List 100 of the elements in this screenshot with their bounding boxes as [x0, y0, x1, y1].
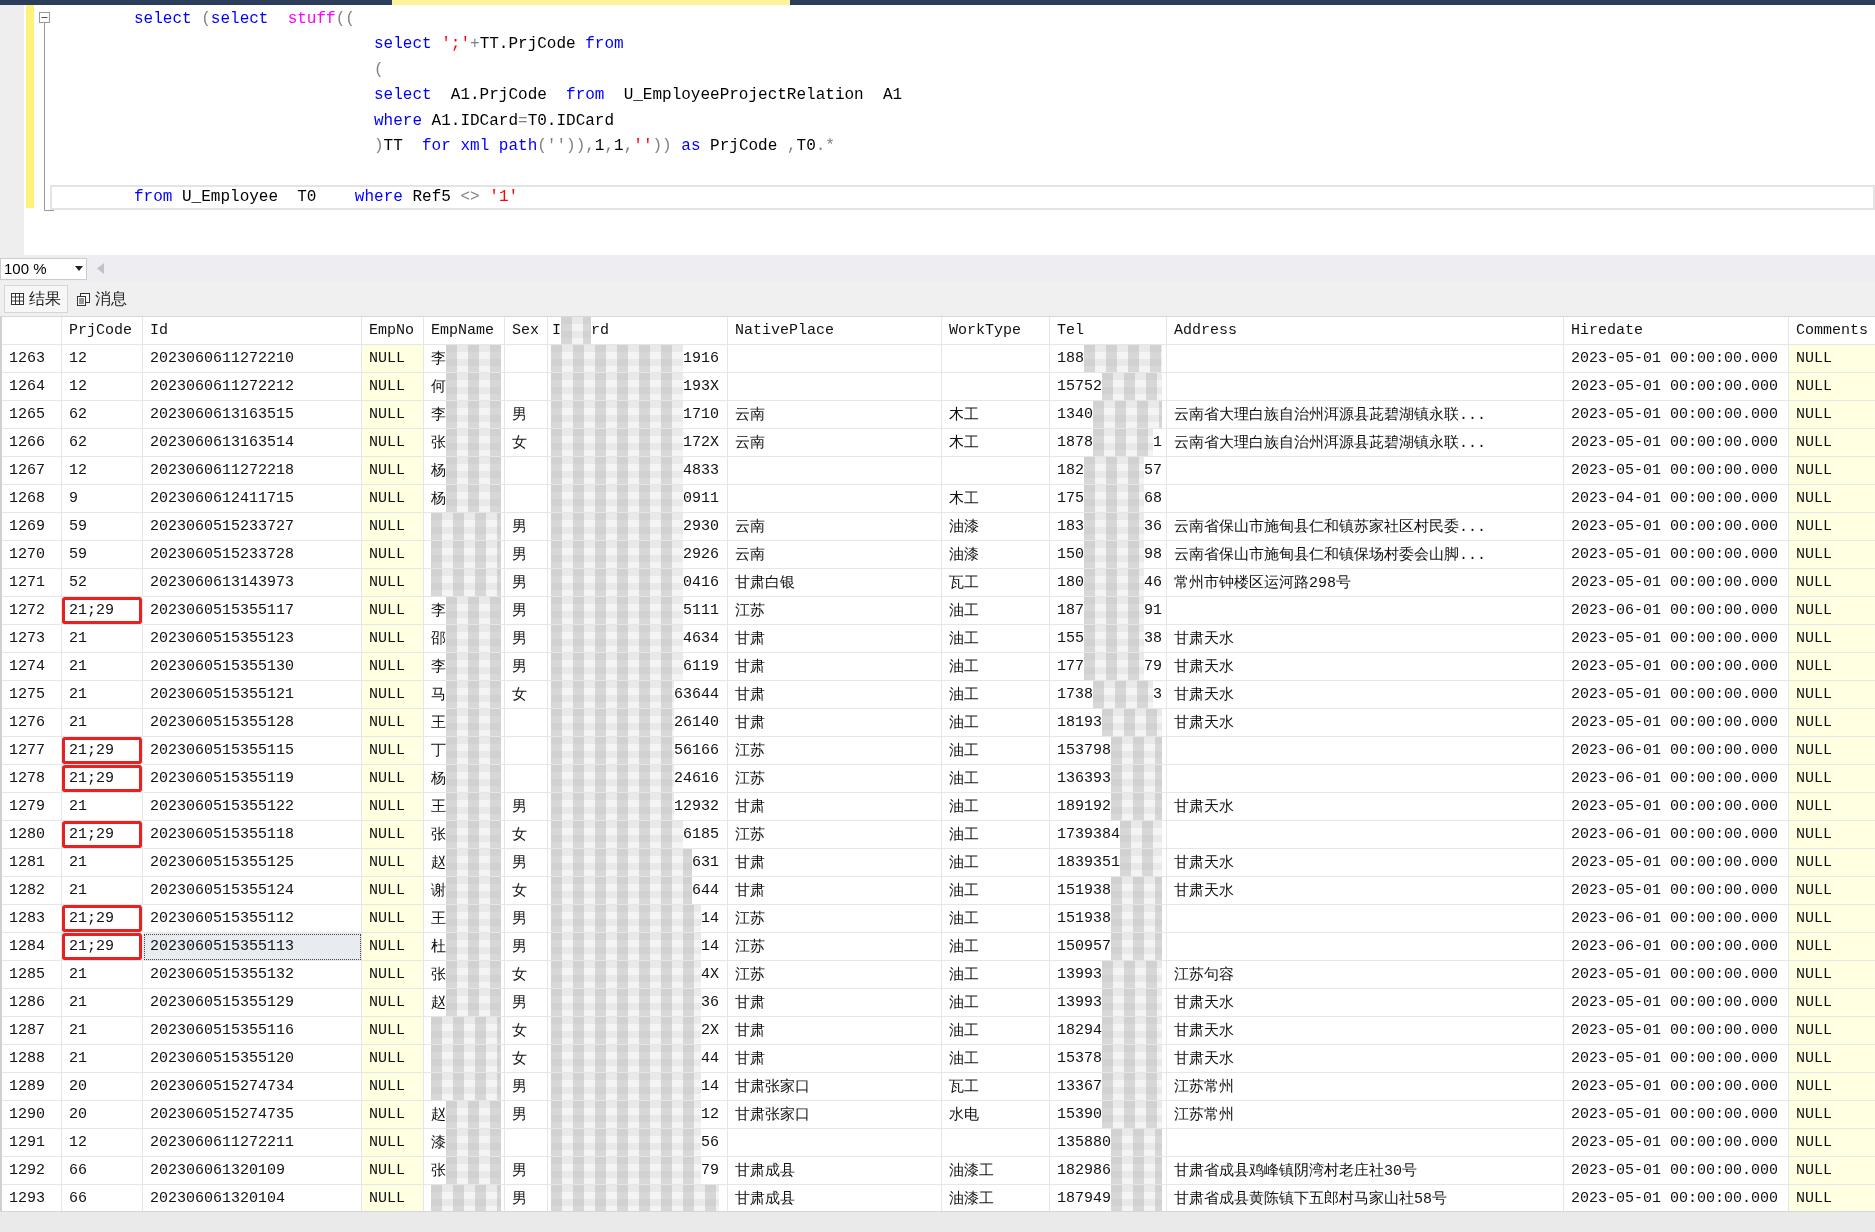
table-cell: 2023060613163514 — [143, 429, 362, 457]
table-cell: 油工 — [942, 933, 1050, 961]
column-header[interactable]: EmpName — [424, 317, 505, 345]
table-cell: 2023-05-01 00:00:00.000 — [1564, 1101, 1789, 1129]
table-cell: 2023060515355129 — [143, 989, 362, 1017]
table-cell: 油工 — [942, 625, 1050, 653]
table-cell: NULL — [1789, 1129, 1875, 1157]
table-cell-text: 赵 — [431, 994, 446, 1012]
table-cell: NULL — [1789, 793, 1875, 821]
table-cell: 182986 — [1057, 1162, 1111, 1179]
table-cell: 女 — [505, 1045, 548, 1073]
table-cell: 189192 — [1057, 798, 1111, 815]
document-icon — [77, 292, 90, 306]
table-cell: 女 — [505, 961, 548, 989]
table-cell: 2023-06-01 00:00:00.000 — [1564, 821, 1789, 849]
table-cell: 水电 — [942, 1101, 1050, 1129]
table-cell: 男 — [505, 569, 548, 597]
column-header[interactable]: PrjCode — [62, 317, 143, 345]
table-cell: NULL — [362, 429, 424, 457]
table-cell: 油漆 — [942, 513, 1050, 541]
row-number: 1269 — [2, 513, 62, 541]
column-header[interactable]: Address — [1167, 317, 1564, 345]
table-cell: 男 — [505, 401, 548, 429]
table-cell: 油工 — [942, 821, 1050, 849]
column-header: rd — [591, 322, 610, 339]
table-cell: 2023-06-01 00:00:00.000 — [1564, 737, 1789, 765]
result-tab[interactable]: 消息 — [70, 285, 134, 313]
table-cell: 2023060515355121 — [143, 681, 362, 709]
table-cell: 2023-06-01 00:00:00.000 — [1564, 933, 1789, 961]
table-cell: 15752 — [1057, 378, 1102, 395]
table-cell-text: 杨 — [431, 490, 446, 508]
column-header[interactable]: EmpNo — [362, 317, 424, 345]
table-cell: 21 — [62, 625, 143, 653]
table-cell: 188 — [1057, 350, 1084, 367]
table-cell: 男 — [505, 1157, 548, 1185]
table-cell: 常州市钟楼区运河路298号 — [1167, 569, 1564, 597]
collapse-icon[interactable] — [39, 12, 50, 23]
table-cell: 李 — [431, 405, 446, 424]
table-cell: 21;29 — [62, 597, 143, 625]
table-cell: 女 — [505, 821, 548, 849]
table-cell: NULL — [362, 653, 424, 681]
table-cell: 98 — [1144, 546, 1162, 563]
table-cell: 2023-05-01 00:00:00.000 — [1564, 1045, 1789, 1073]
table-cell: 155 — [1057, 630, 1084, 647]
table-cell: 62 — [62, 401, 143, 429]
result-tab[interactable]: 结果 — [4, 285, 68, 313]
table-cell: 14 — [701, 910, 719, 927]
table-cell: 21 — [62, 961, 143, 989]
table-cell: 甘肃张家口 — [728, 1101, 942, 1129]
column-header[interactable]: Sex — [505, 317, 548, 345]
table-cell: 2023-05-01 00:00:00.000 — [1564, 1017, 1789, 1045]
table-cell: 女 — [505, 877, 548, 905]
table-cell: 甘肃天水 — [1167, 1045, 1564, 1073]
table-cell: 男 — [505, 1073, 548, 1101]
column-header[interactable]: WorkType — [942, 317, 1050, 345]
table-cell: 13993 — [1057, 966, 1102, 983]
table-cell: 张 — [431, 825, 446, 844]
table-cell: 63644 — [674, 686, 719, 703]
table-cell: 6185 — [683, 826, 719, 843]
table-cell: 1340 — [1057, 406, 1093, 423]
table-cell: 175 — [1057, 490, 1084, 507]
table-cell: 21;29 — [62, 933, 143, 961]
table-cell: 193X — [683, 378, 719, 395]
table-cell: 油工 — [942, 765, 1050, 793]
table-cell: NULL — [1789, 933, 1875, 961]
row-number: 1275 — [2, 681, 62, 709]
table-cell: 1878 — [1057, 434, 1093, 451]
scroll-left-icon[interactable] — [97, 263, 104, 274]
table-cell: 79 — [1144, 658, 1162, 675]
table-cell: 2023060515274734 — [143, 1073, 362, 1101]
table-cell: 21 — [62, 989, 143, 1017]
table-cell: 瓦工 — [942, 569, 1050, 597]
table-cell: 0911 — [683, 490, 719, 507]
horizontal-scrollbar[interactable] — [0, 1211, 1875, 1232]
tab-label: 结果 — [29, 288, 61, 310]
table-cell: 2023-04-01 00:00:00.000 — [1564, 485, 1789, 513]
table-cell: 12 — [62, 1129, 143, 1157]
table-cell: 21 — [62, 653, 143, 681]
table-cell: 182 — [1057, 462, 1084, 479]
table-cell: 14 — [701, 1078, 719, 1095]
table-cell: 6119 — [683, 658, 719, 675]
column-header[interactable]: Tel — [1050, 317, 1167, 345]
table-cell: NULL — [362, 793, 424, 821]
table-cell-text: 丁 — [431, 742, 446, 760]
table-cell-text: 王 — [431, 798, 446, 816]
table-cell: 57 — [1144, 462, 1162, 479]
row-number: 1263 — [2, 345, 62, 373]
table-cell: 150 — [1057, 546, 1084, 563]
table-cell: 21 — [62, 681, 143, 709]
column-header[interactable]: NativePlace — [728, 317, 942, 345]
table-cell: 3 — [1153, 686, 1162, 703]
active-document-tab[interactable] — [392, 0, 790, 5]
column-header[interactable]: Hiredate — [1564, 317, 1789, 345]
table-cell: 木工 — [942, 401, 1050, 429]
table-cell: 云南省保山市施甸县仁和镇苏家社区村民委... — [1167, 513, 1564, 541]
table-cell: 2930 — [683, 518, 719, 535]
row-number: 1285 — [2, 961, 62, 989]
zoom-dropdown[interactable]: 100 % — [0, 257, 87, 280]
column-header[interactable]: Id — [143, 317, 362, 345]
table-cell: 21;29 — [62, 737, 143, 765]
